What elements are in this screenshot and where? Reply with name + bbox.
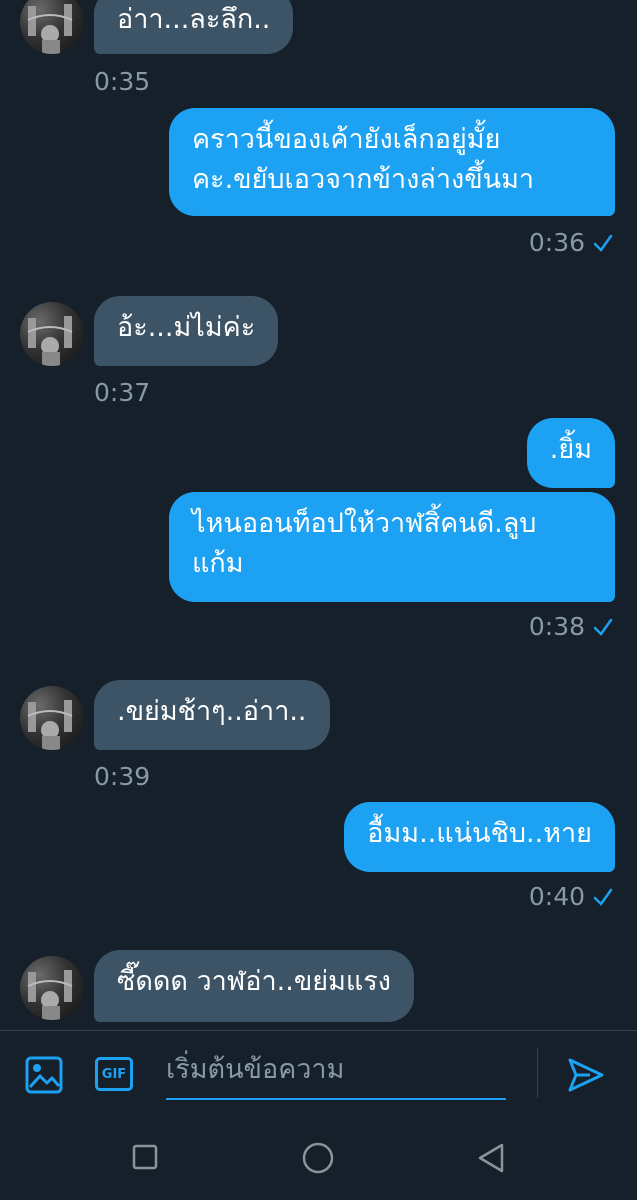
message-timestamp: 0:37: [94, 378, 151, 407]
message-bubble-outgoing[interactable]: คราวนี้ของเค้ายังเล็กอยู่มั้ย คะ.ขยับเอว…: [169, 108, 615, 216]
message-timestamp-row: 0:38: [529, 612, 613, 641]
message-timestamp-row: 0:40: [529, 882, 613, 911]
message-text: .ขย่มช้าๆ..อ่าา..: [117, 696, 307, 727]
message-timestamp: 0:35: [94, 67, 151, 96]
message-bubble-incoming[interactable]: อ่าา...ละลึก..: [94, 0, 294, 54]
sent-check-icon: [593, 888, 613, 906]
message-input[interactable]: เริ่มต้นข้อความ: [166, 1050, 506, 1100]
back-triangle-icon[interactable]: [476, 1142, 506, 1174]
message-text: คราวนี้ของเค้ายังเล็กอยู่มั้ย คะ.ขยับเอว…: [192, 124, 535, 195]
contact-avatar[interactable]: [20, 686, 84, 750]
message-text: อื้มม..แน่นชิบ..หาย: [367, 818, 592, 849]
message-input-placeholder: เริ่มต้นข้อความ: [166, 1054, 345, 1085]
message-timestamp: 0:36: [528, 228, 585, 257]
send-icon[interactable]: [566, 1055, 606, 1095]
message-text: ซี๊ดดด วาฬอ่า..ขย่มแรง: [117, 966, 391, 997]
message-bubble-incoming[interactable]: ซี๊ดดด วาฬอ่า..ขย่มแรง: [94, 950, 414, 1022]
message-bubble-incoming[interactable]: อ้ะ...ม่ไม่ค่ะ: [94, 296, 279, 366]
sent-check-icon: [593, 618, 613, 636]
message-timestamp-row: 0:36: [529, 228, 613, 257]
message-bubble-outgoing[interactable]: ไหนออนท็อปให้วาฬสิ้คนดี.ลูบ แก้ม: [169, 492, 615, 602]
contact-avatar[interactable]: [20, 956, 84, 1020]
message-bubble-incoming[interactable]: .ขย่มช้าๆ..อ่าา..: [94, 680, 330, 750]
message-text: อ่าา...ละลึก..: [117, 4, 271, 35]
image-icon[interactable]: [24, 1055, 64, 1095]
contact-avatar[interactable]: [20, 302, 84, 366]
message-bubble-outgoing[interactable]: อื้มม..แน่นชิบ..หาย: [344, 802, 615, 872]
conversation-thread[interactable]: อ่าา...ละลึก.. 0:35 คราวนี้ของเค้ายังเล็…: [0, 0, 637, 1030]
message-bubble-outgoing[interactable]: .ยิ้ม: [526, 418, 615, 488]
message-text: อ้ะ...ม่ไม่ค่ะ: [117, 312, 256, 343]
message-timestamp: 0:39: [94, 762, 151, 791]
message-text: .ยิ้ม: [549, 434, 592, 465]
sent-check-icon: [593, 234, 613, 252]
message-timestamp: 0:40: [528, 882, 585, 911]
message-timestamp: 0:38: [528, 612, 585, 641]
recents-square-icon[interactable]: [132, 1144, 158, 1170]
contact-avatar[interactable]: [20, 0, 84, 54]
message-text: ไหนออนท็อปให้วาฬสิ้คนดี.ลูบ แก้ม: [192, 508, 537, 579]
system-navigation-bar: [0, 1116, 637, 1200]
composer-divider: [537, 1048, 538, 1098]
gif-icon-label: GIF: [101, 1066, 127, 1082]
home-circle-icon[interactable]: [302, 1142, 334, 1174]
gif-button[interactable]: GIF: [95, 1057, 133, 1091]
